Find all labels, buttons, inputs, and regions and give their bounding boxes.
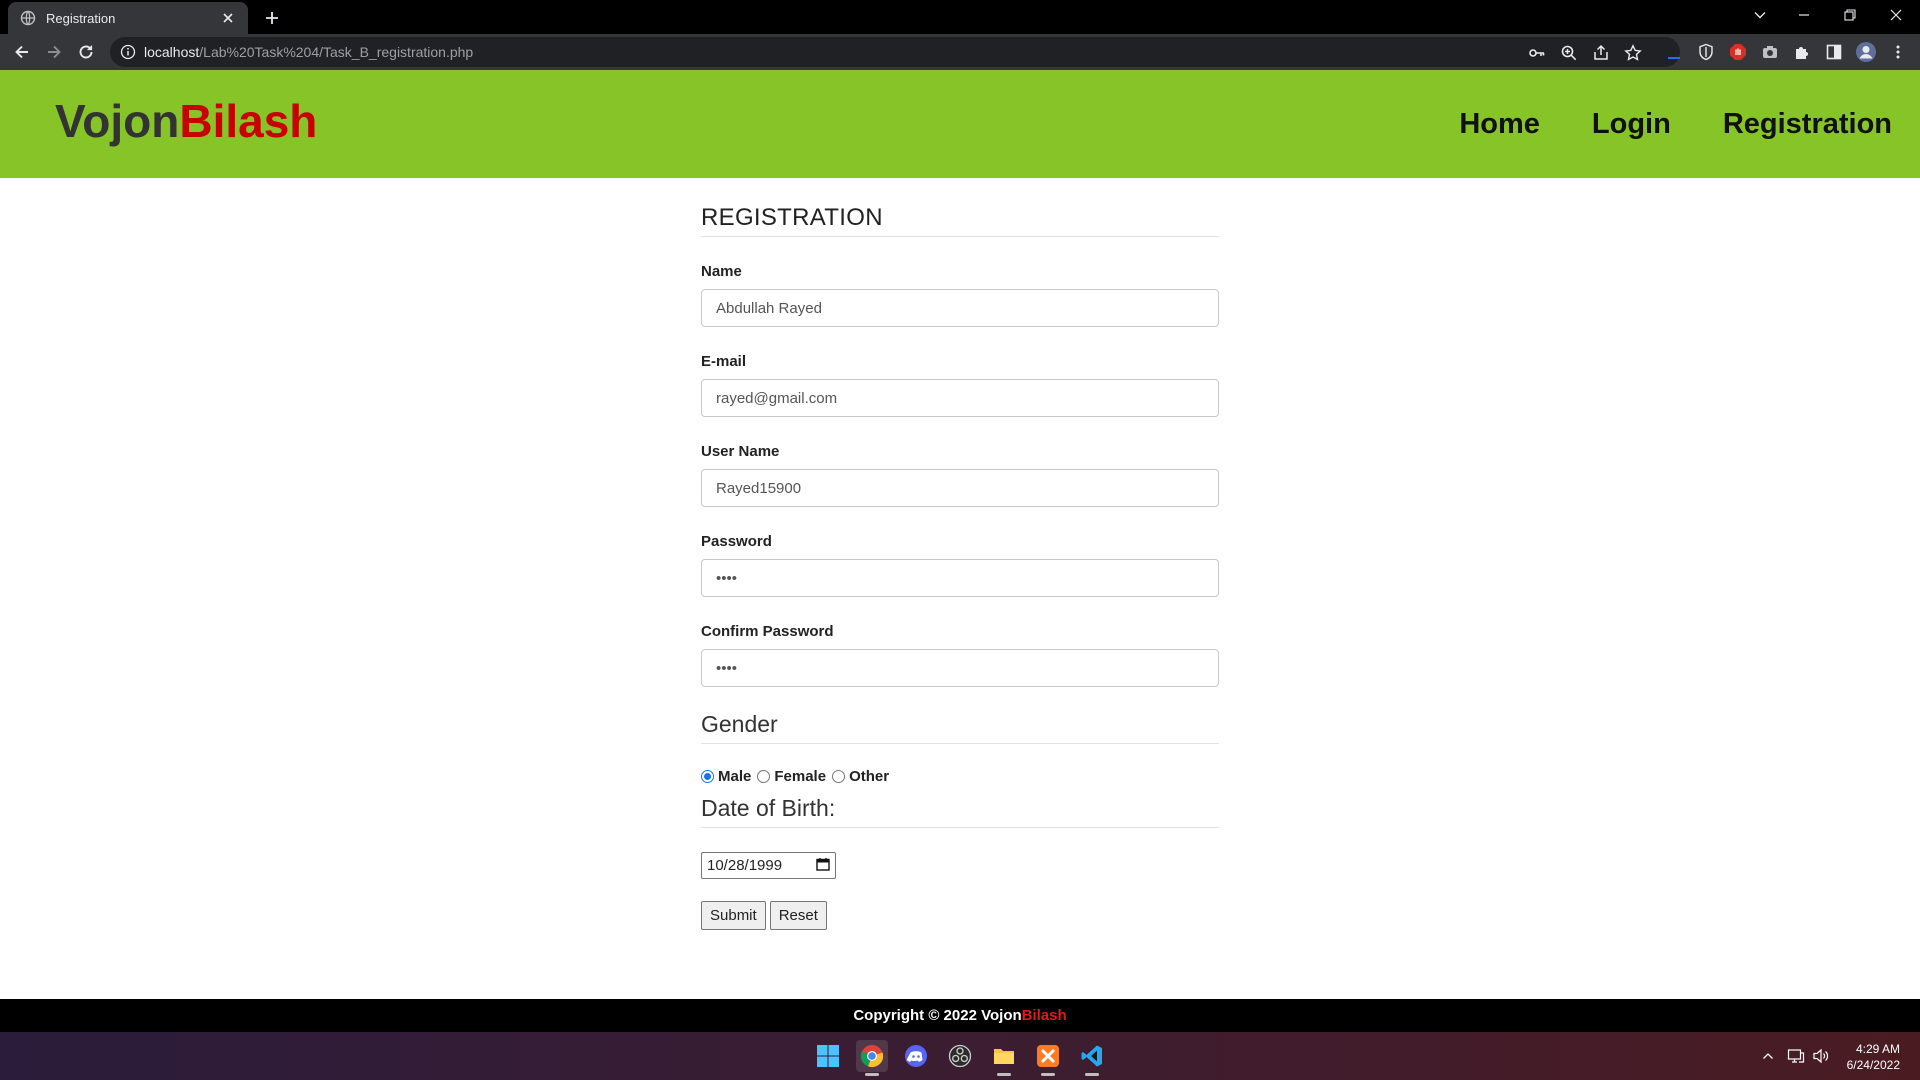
clock-time: 4:29 AM (1855, 1042, 1900, 1056)
confirm-password-input[interactable] (701, 649, 1219, 687)
active-indicator (865, 1073, 879, 1076)
dob-date-input[interactable]: 10/28/1999 (701, 852, 836, 879)
side-panel-icon[interactable] (1822, 40, 1846, 64)
extension-line-icon[interactable] (1662, 40, 1686, 64)
puzzle-icon[interactable] (1790, 40, 1814, 64)
gender-other-label[interactable]: Other (849, 768, 889, 785)
username-label: User Name (701, 443, 780, 460)
new-tab-button[interactable] (260, 6, 284, 30)
key-icon[interactable] (1527, 43, 1547, 63)
name-label: Name (701, 263, 742, 280)
back-arrow-icon[interactable] (10, 40, 34, 64)
site-logo[interactable]: VojonBilash (55, 98, 317, 144)
url-path: /Lab%20Task%204/Task_B_registration.php (199, 44, 474, 60)
logo-text-vojon: Vojon (55, 95, 180, 147)
dob-value: 10/28/1999 (707, 857, 783, 874)
name-field-group: Name (701, 263, 1219, 327)
shield-icon[interactable] (1694, 40, 1718, 64)
gender-radio-group: Male Female Other (701, 768, 1219, 785)
site-header: VojonBilash Home Login Registration (0, 70, 1920, 178)
browser-toolbar: localhost/Lab%20Task%204/Task_B_registra… (0, 34, 1920, 70)
email-field-group: E-mail (701, 353, 1219, 417)
discord-icon[interactable] (900, 1040, 932, 1072)
adblock-icon[interactable] (1726, 40, 1750, 64)
gender-male-label[interactable]: Male (718, 768, 751, 785)
tab-title: Registration (46, 10, 116, 26)
nav-registration-link[interactable]: Registration (1723, 108, 1892, 141)
globe-icon (20, 10, 36, 26)
star-icon[interactable] (1623, 43, 1643, 63)
running-indicator (1085, 1073, 1099, 1076)
form-title: REGISTRATION (701, 204, 1219, 237)
menu-dots-icon[interactable] (1886, 40, 1910, 64)
calendar-icon[interactable] (816, 857, 830, 875)
confirm-password-label: Confirm Password (701, 623, 834, 640)
reset-button[interactable]: Reset (769, 901, 827, 930)
share-icon[interactable] (1591, 43, 1611, 63)
gender-male-radio[interactable] (701, 770, 714, 783)
site-footer: Copyright © 2022 Vojon Bilash (0, 999, 1920, 1032)
email-input[interactable] (701, 379, 1219, 417)
obs-icon[interactable] (944, 1040, 976, 1072)
chevron-down-icon[interactable] (1738, 0, 1782, 30)
clock-date: 6/24/2022 (1846, 1058, 1900, 1072)
username-field-group: User Name (701, 443, 1219, 507)
restore-button[interactable] (1828, 0, 1872, 30)
zoom-icon[interactable] (1559, 43, 1579, 63)
url-host: localhost (144, 44, 200, 60)
minimize-button[interactable] (1782, 0, 1826, 30)
forward-arrow-icon[interactable] (42, 40, 66, 64)
password-field-group: Password (701, 533, 1219, 597)
copyright-text: Copyright © 2022 Vojon (853, 1007, 1022, 1024)
avatar[interactable] (1854, 40, 1878, 64)
address-bar[interactable]: localhost/Lab%20Task%204/Task_B_registra… (110, 37, 1680, 67)
gender-female-radio[interactable] (757, 770, 771, 783)
form-buttons: Submit Reset (701, 901, 1219, 930)
close-icon[interactable] (220, 10, 236, 26)
system-clock[interactable]: 4:29 AM 6/24/2022 (1847, 1041, 1900, 1073)
submit-button[interactable]: Submit (701, 901, 766, 930)
registration-form: REGISTRATION Name E-mail User Name Passw… (701, 204, 1219, 930)
running-indicator (1041, 1073, 1055, 1076)
main-nav: Home Login Registration (1459, 108, 1892, 141)
name-input[interactable] (701, 289, 1219, 327)
password-label: Password (701, 533, 772, 550)
logo-text-bilash: Bilash (179, 95, 318, 147)
windows-taskbar: 4:29 AM 6/24/2022 (0, 1032, 1920, 1080)
nav-login-link[interactable]: Login (1592, 108, 1671, 141)
chrome-icon[interactable] (856, 1040, 888, 1076)
volume-icon[interactable] (1811, 1046, 1831, 1066)
reload-icon[interactable] (74, 40, 98, 64)
footer-brand-bilash: Bilash (1021, 1007, 1067, 1024)
gender-other-radio[interactable] (832, 770, 846, 783)
info-icon[interactable] (120, 44, 136, 60)
email-label: E-mail (701, 353, 747, 370)
chevron-up-icon[interactable] (1758, 1046, 1778, 1066)
camera-icon[interactable] (1758, 40, 1782, 64)
gender-female-label[interactable]: Female (774, 768, 826, 785)
dob-heading: Date of Birth: (701, 795, 1219, 828)
close-window-button[interactable] (1874, 0, 1918, 30)
browser-tab[interactable]: Registration (8, 2, 248, 34)
browser-tab-strip: Registration (0, 0, 1920, 34)
password-input[interactable] (701, 559, 1219, 597)
nav-home-link[interactable]: Home (1459, 108, 1540, 141)
vscode-icon[interactable] (1076, 1040, 1108, 1076)
xampp-icon[interactable] (1032, 1040, 1064, 1076)
windows-start-icon[interactable] (812, 1040, 844, 1072)
gender-heading: Gender (701, 711, 1219, 744)
confirm-password-field-group: Confirm Password (701, 623, 1219, 687)
network-icon[interactable] (1786, 1046, 1806, 1066)
username-input[interactable] (701, 469, 1219, 507)
running-indicator (997, 1073, 1011, 1076)
file-explorer-icon[interactable] (988, 1040, 1020, 1076)
